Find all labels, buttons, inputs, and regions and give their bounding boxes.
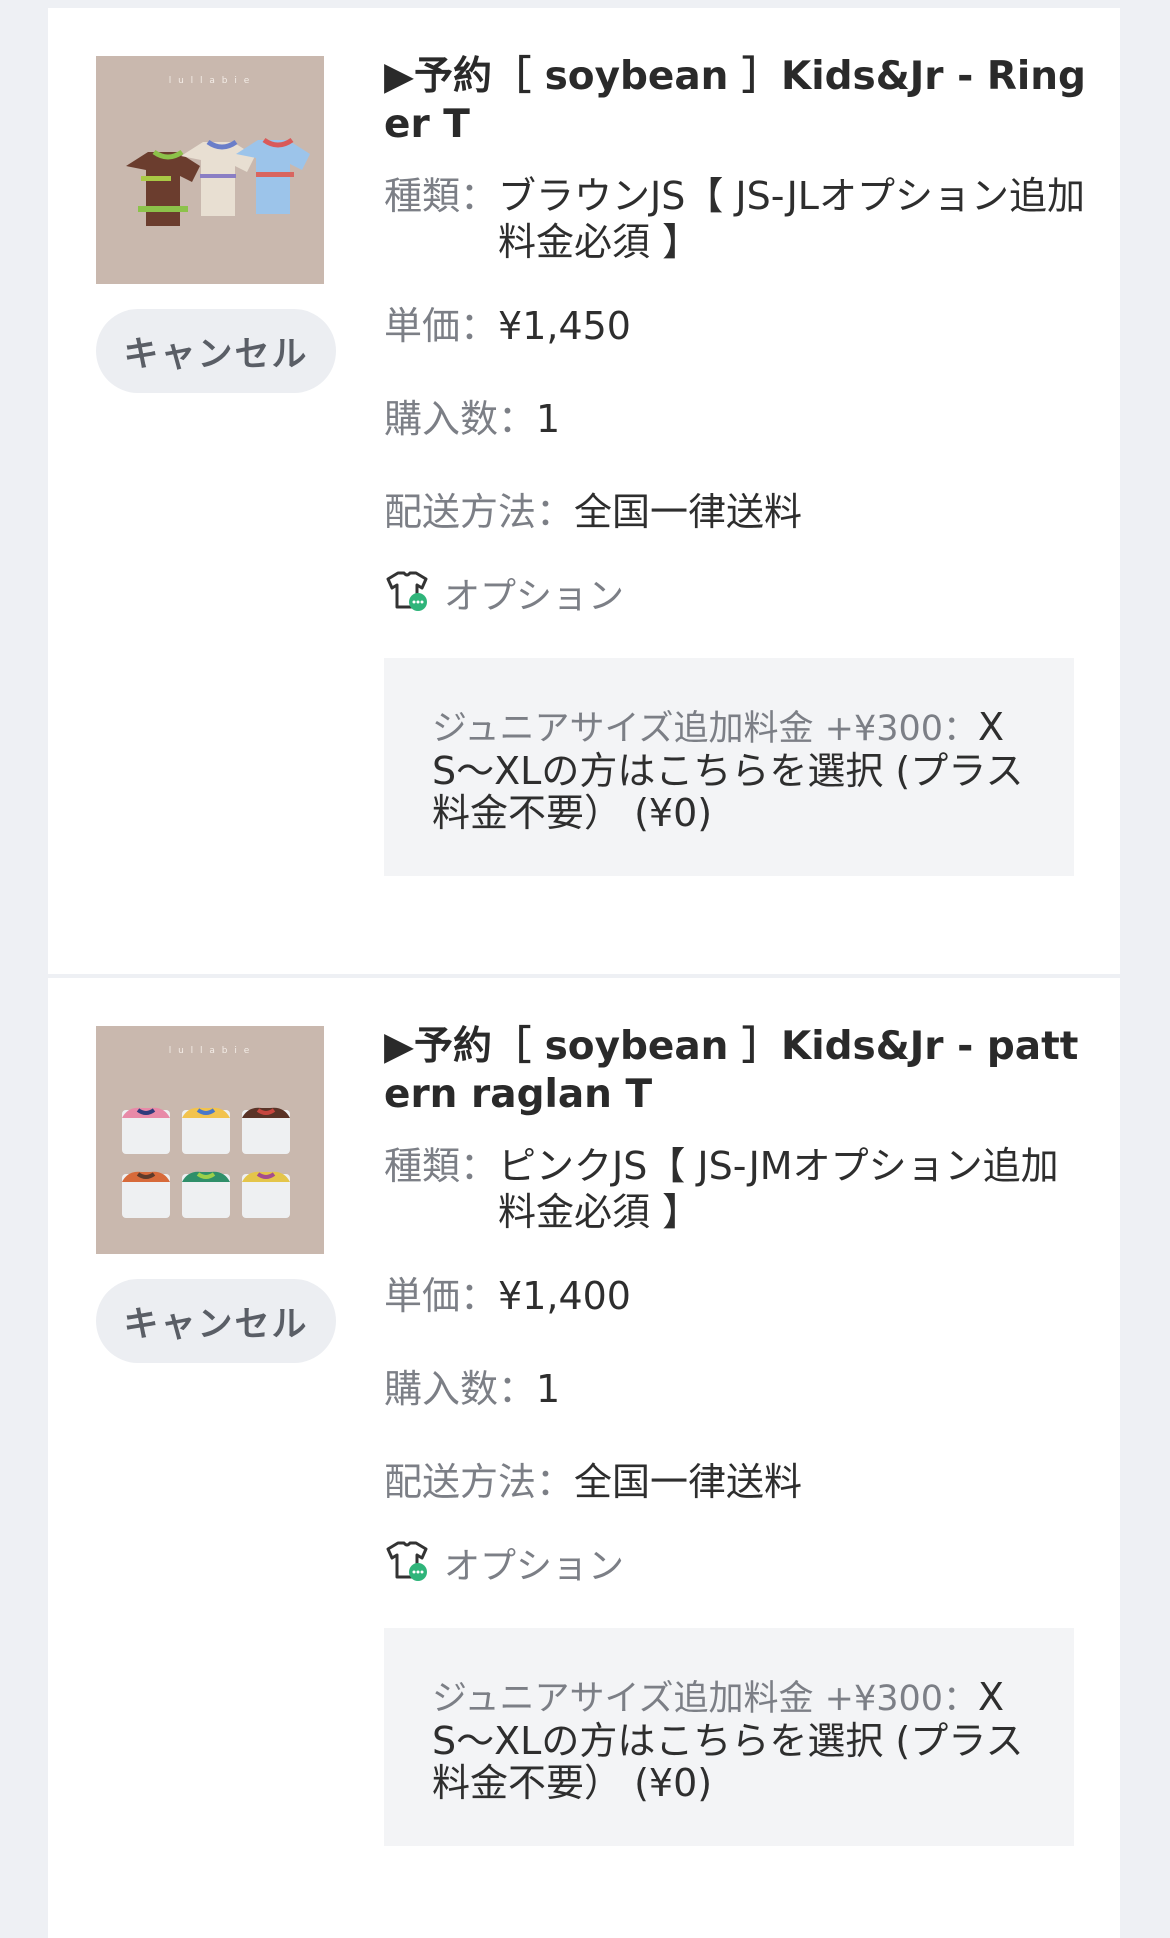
product-info: ▶予約［ soybean ］Kids&Jr - pattern raglan T… [384, 1023, 1094, 1846]
price-label: 単価： [384, 1274, 499, 1318]
kind-value: ピンクJS【 JS-JMオプション追加料金必須 】 [498, 1144, 1059, 1234]
option-detail-box: ジュニアサイズ追加料金 +¥300：XS〜XLの方はこちらを選択 (プラス料金不… [384, 658, 1074, 876]
ringer-tees-graphic [126, 137, 310, 226]
cart-item-card: l u l l a b i e キャンセル ▶予約［ soybean ］Kids… [48, 8, 1120, 974]
option-header: オプション [384, 570, 1094, 617]
quantity-label: 購入数： [384, 397, 537, 441]
price-label: 単価： [384, 304, 499, 348]
shipping-label: 配送方法： [384, 490, 575, 534]
quantity-value: 1 [536, 1367, 561, 1411]
option-name: ジュニアサイズ追加料金 +¥300： [432, 1679, 979, 1719]
option-detail-box: ジュニアサイズ追加料金 +¥300：XS〜XLの方はこちらを選択 (プラス料金不… [384, 1628, 1074, 1846]
shirt-option-icon [384, 1540, 430, 1586]
cart-page: l u l l a b i e キャンセル ▶予約［ soybean ］Kids… [0, 0, 1170, 1938]
product-kind-row: 種類： ブラウンJS【 JS-JLオプション追加料金必須 】 [384, 173, 1094, 265]
cancel-button[interactable]: キャンセル [96, 309, 336, 393]
raglan-tees-graphic [122, 1107, 290, 1218]
quantity-row: 購入数：1 [384, 396, 1094, 442]
shipping-row: 配送方法：全国一律送料 [384, 1459, 1094, 1505]
price-row: 単価：¥1,450 [384, 303, 1094, 349]
quantity-value: 1 [536, 397, 561, 441]
option-label: オプション [444, 576, 625, 617]
price-row: 単価：¥1,400 [384, 1273, 1094, 1319]
quantity-label: 購入数： [384, 1367, 537, 1411]
option-name: ジュニアサイズ追加料金 +¥300： [432, 709, 979, 749]
product-image[interactable]: l u l l a b i e [96, 1026, 324, 1254]
price-value: ¥1,400 [498, 1274, 631, 1318]
shipping-value: 全国一律送料 [574, 490, 803, 534]
kind-label: 種類： [384, 174, 499, 218]
cancel-button[interactable]: キャンセル [96, 1279, 336, 1363]
shipping-row: 配送方法：全国一律送料 [384, 489, 1094, 535]
price-value: ¥1,450 [498, 304, 631, 348]
kind-label: 種類： [384, 1144, 499, 1188]
product-image[interactable]: l u l l a b i e [96, 56, 324, 284]
option-header: オプション [384, 1540, 1094, 1587]
shirt-option-icon [384, 570, 430, 616]
cart-item-card: l u l l a b i e キャンセル ▶予約［ soybean ］Kids… [48, 978, 1120, 1938]
shipping-value: 全国一律送料 [574, 1460, 803, 1504]
kind-value: ブラウンJS【 JS-JLオプション追加料金必須 】 [498, 174, 1085, 264]
product-title[interactable]: ▶予約［ soybean ］Kids&Jr - pattern raglan T [384, 1023, 1094, 1119]
product-kind-row: 種類： ピンクJS【 JS-JMオプション追加料金必須 】 [384, 1143, 1094, 1235]
quantity-row: 購入数：1 [384, 1366, 1094, 1412]
product-title[interactable]: ▶予約［ soybean ］Kids&Jr - Ringer T [384, 53, 1094, 149]
product-info: ▶予約［ soybean ］Kids&Jr - Ringer T 種類： ブラウ… [384, 53, 1094, 876]
shipping-label: 配送方法： [384, 1460, 575, 1504]
option-label: オプション [444, 1546, 625, 1587]
